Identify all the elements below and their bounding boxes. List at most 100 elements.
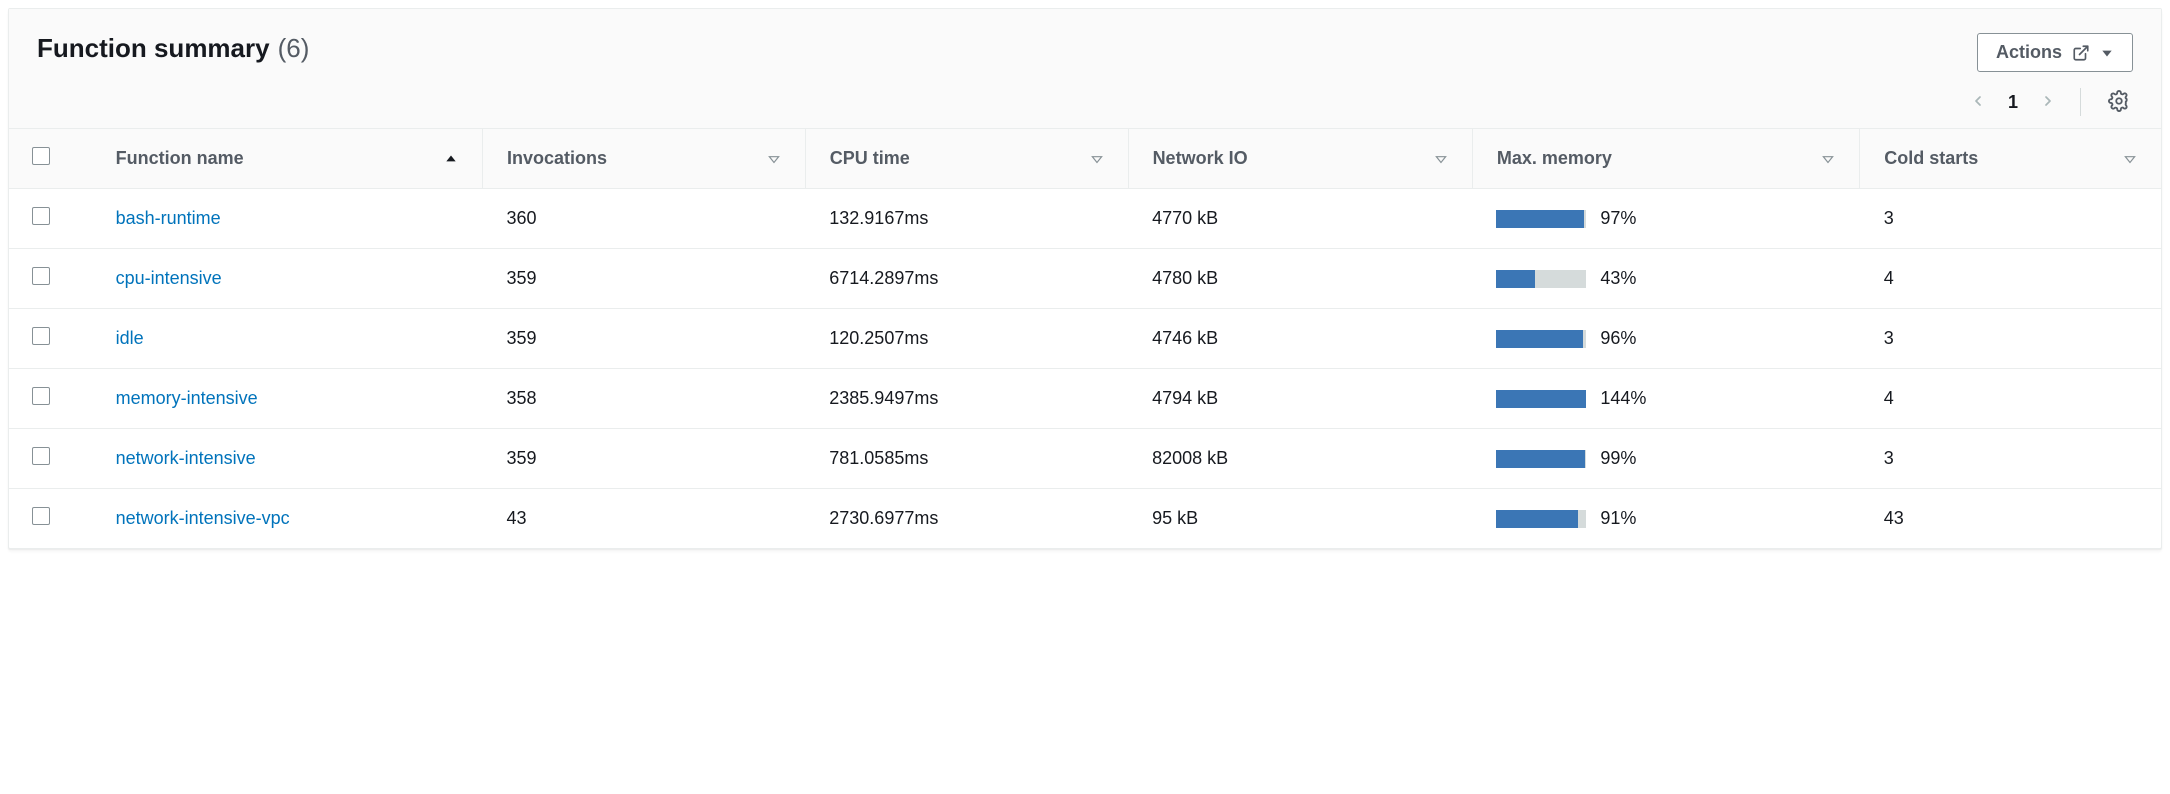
cell-function-name: memory-intensive (74, 369, 483, 429)
sort-icon (2123, 152, 2137, 166)
cell-cold-starts: 4 (1860, 369, 2161, 429)
row-checkbox[interactable] (32, 387, 50, 405)
function-summary-table: Function name Invocations (9, 129, 2161, 548)
row-checkbox[interactable] (32, 507, 50, 525)
cell-cpu-time: 2385.9497ms (805, 369, 1128, 429)
cell-function-name: cpu-intensive (74, 249, 483, 309)
panel-header: Function summary (6) Actions (9, 9, 2161, 129)
function-link[interactable]: network-intensive-vpc (116, 508, 290, 528)
function-link[interactable]: idle (116, 328, 144, 348)
cell-cpu-time: 2730.6977ms (805, 489, 1128, 549)
cell-cold-starts: 3 (1860, 429, 2161, 489)
header-controls: Actions (1966, 33, 2133, 116)
sort-icon (1821, 152, 1835, 166)
cell-invocations: 43 (482, 489, 805, 549)
row-select-cell (9, 309, 74, 369)
next-page-button[interactable] (2036, 90, 2060, 114)
cell-network-io: 82008 kB (1128, 429, 1472, 489)
cell-function-name: network-intensive-vpc (74, 489, 483, 549)
row-checkbox[interactable] (32, 207, 50, 225)
select-all-header (9, 129, 74, 189)
select-all-checkbox[interactable] (32, 147, 50, 165)
col-network-io[interactable]: Network IO (1128, 129, 1472, 189)
cell-cold-starts: 3 (1860, 309, 2161, 369)
sort-icon (1434, 152, 1448, 166)
row-select-cell (9, 189, 74, 249)
col-cpu-time[interactable]: CPU time (805, 129, 1128, 189)
table-row: cpu-intensive 3596714.2897ms4780 kB 43% 4 (9, 249, 2161, 309)
memory-bar (1496, 210, 1586, 228)
col-max-memory[interactable]: Max. memory (1472, 129, 1859, 189)
function-link[interactable]: network-intensive (116, 448, 256, 468)
cell-cpu-time: 6714.2897ms (805, 249, 1128, 309)
cell-cold-starts: 3 (1860, 189, 2161, 249)
cell-network-io: 95 kB (1128, 489, 1472, 549)
memory-percent: 144% (1600, 388, 1646, 409)
table-row: bash-runtime 360132.9167ms4770 kB 97% 3 (9, 189, 2161, 249)
row-select-cell (9, 249, 74, 309)
memory-bar (1496, 270, 1586, 288)
memory-bar (1496, 390, 1586, 408)
settings-button[interactable] (2105, 88, 2133, 116)
actions-button[interactable]: Actions (1977, 33, 2133, 72)
table-row: memory-intensive 3582385.9497ms4794 kB 144… (9, 369, 2161, 429)
col-cpu-time-label: CPU time (830, 148, 910, 169)
memory-percent: 97% (1600, 208, 1636, 229)
row-checkbox[interactable] (32, 327, 50, 345)
sort-asc-icon (444, 152, 458, 166)
cell-network-io: 4780 kB (1128, 249, 1472, 309)
caret-down-icon (2100, 46, 2114, 60)
cell-invocations: 359 (482, 429, 805, 489)
memory-bar-fill (1496, 390, 1586, 408)
separator (2080, 88, 2081, 116)
cell-cold-starts: 4 (1860, 249, 2161, 309)
cell-max-memory: 144% (1472, 369, 1859, 429)
col-cold-starts-label: Cold starts (1884, 148, 1978, 169)
memory-bar-fill (1496, 450, 1585, 468)
cell-invocations: 359 (482, 249, 805, 309)
row-select-cell (9, 489, 74, 549)
col-invocations-label: Invocations (507, 148, 607, 169)
col-max-memory-label: Max. memory (1497, 148, 1612, 169)
chevron-left-icon (1970, 93, 1986, 112)
table-row: idle359120.2507ms4746 kB96%3 (9, 309, 2161, 369)
cell-max-memory: 91% (1472, 489, 1859, 549)
col-invocations[interactable]: Invocations (482, 129, 805, 189)
panel-title-count: (6) (278, 33, 310, 64)
cell-network-io: 4770 kB (1128, 189, 1472, 249)
page-number: 1 (2008, 92, 2018, 113)
row-select-cell (9, 429, 74, 489)
function-link[interactable]: bash-runtime (116, 208, 221, 228)
cell-max-memory: 43% (1472, 249, 1859, 309)
col-cold-starts[interactable]: Cold starts (1860, 129, 2161, 189)
function-link[interactable]: memory-intensive (116, 388, 258, 408)
cell-cold-starts: 43 (1860, 489, 2161, 549)
cell-network-io: 4746 kB (1128, 309, 1472, 369)
memory-percent: 43% (1600, 268, 1636, 289)
prev-page-button[interactable] (1966, 90, 1990, 114)
cell-invocations: 360 (482, 189, 805, 249)
memory-bar (1496, 510, 1586, 528)
panel-title-text: Function summary (37, 33, 270, 64)
cell-cpu-time: 120.2507ms (805, 309, 1128, 369)
memory-percent: 91% (1600, 508, 1636, 529)
col-function-name-label: Function name (116, 148, 244, 169)
function-summary-panel: Function summary (6) Actions (8, 8, 2162, 549)
cell-network-io: 4794 kB (1128, 369, 1472, 429)
memory-percent: 96% (1600, 328, 1636, 349)
cell-function-name: network-intensive (74, 429, 483, 489)
memory-bar-fill (1496, 330, 1582, 348)
cell-invocations: 358 (482, 369, 805, 429)
cell-max-memory: 99% (1472, 429, 1859, 489)
row-checkbox[interactable] (32, 267, 50, 285)
memory-bar (1496, 330, 1586, 348)
table-row: network-intensive-vpc432730.6977ms95 kB9… (9, 489, 2161, 549)
cell-max-memory: 96% (1472, 309, 1859, 369)
function-link[interactable]: cpu-intensive (116, 268, 222, 288)
table-header-row: Function name Invocations (9, 129, 2161, 189)
cell-cpu-time: 132.9167ms (805, 189, 1128, 249)
panel-title: Function summary (6) (37, 33, 309, 64)
col-function-name[interactable]: Function name (74, 129, 483, 189)
memory-bar-fill (1496, 270, 1535, 288)
row-checkbox[interactable] (32, 447, 50, 465)
